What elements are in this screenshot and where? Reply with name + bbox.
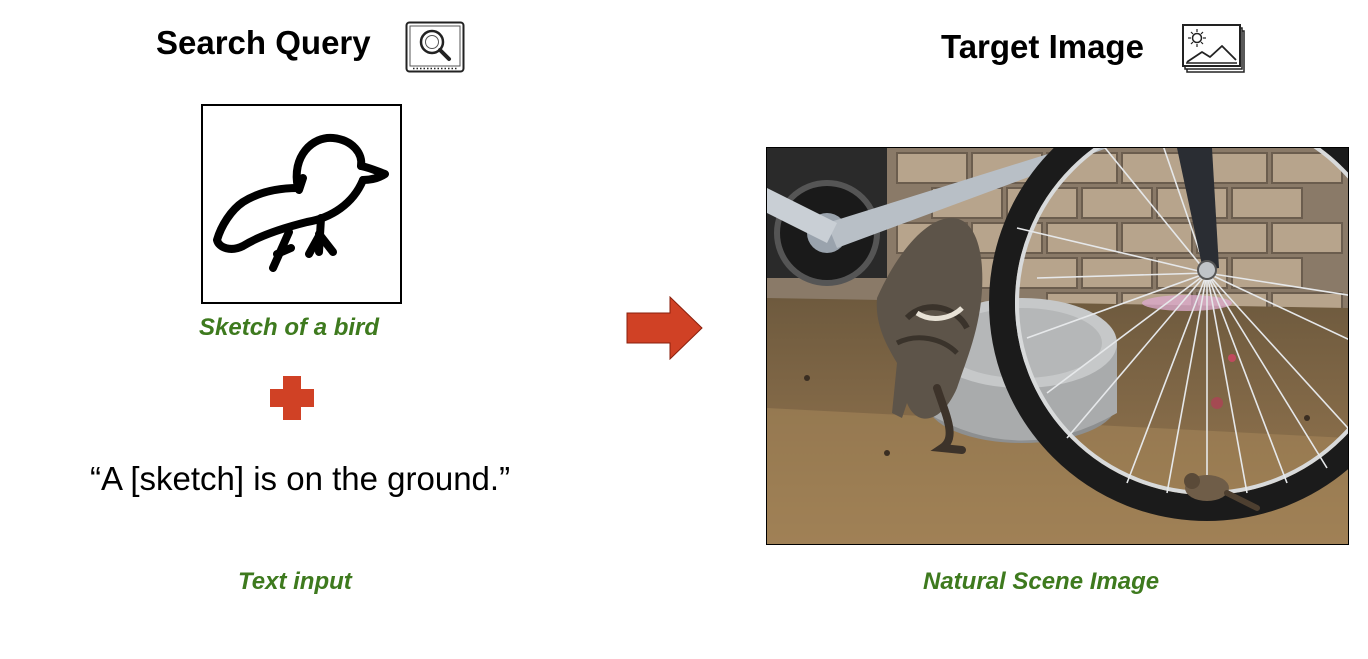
target-image-caption: Natural Scene Image: [923, 568, 1160, 595]
target-image-title: Target Image: [941, 28, 1144, 65]
search-query-title: Search Query: [156, 24, 371, 61]
text-input-caption: Text input: [238, 568, 352, 595]
arrow-right-icon: [626, 295, 704, 365]
landscape-image-icon: [1182, 24, 1246, 74]
target-scene-image: [766, 147, 1349, 545]
sketch-caption: Sketch of a bird: [199, 314, 380, 341]
search-image-icon: [405, 21, 465, 73]
bird-sketch: [201, 104, 402, 304]
plus-icon: [268, 374, 316, 427]
text-query: “A [sketch] is on the ground.”: [90, 460, 511, 497]
